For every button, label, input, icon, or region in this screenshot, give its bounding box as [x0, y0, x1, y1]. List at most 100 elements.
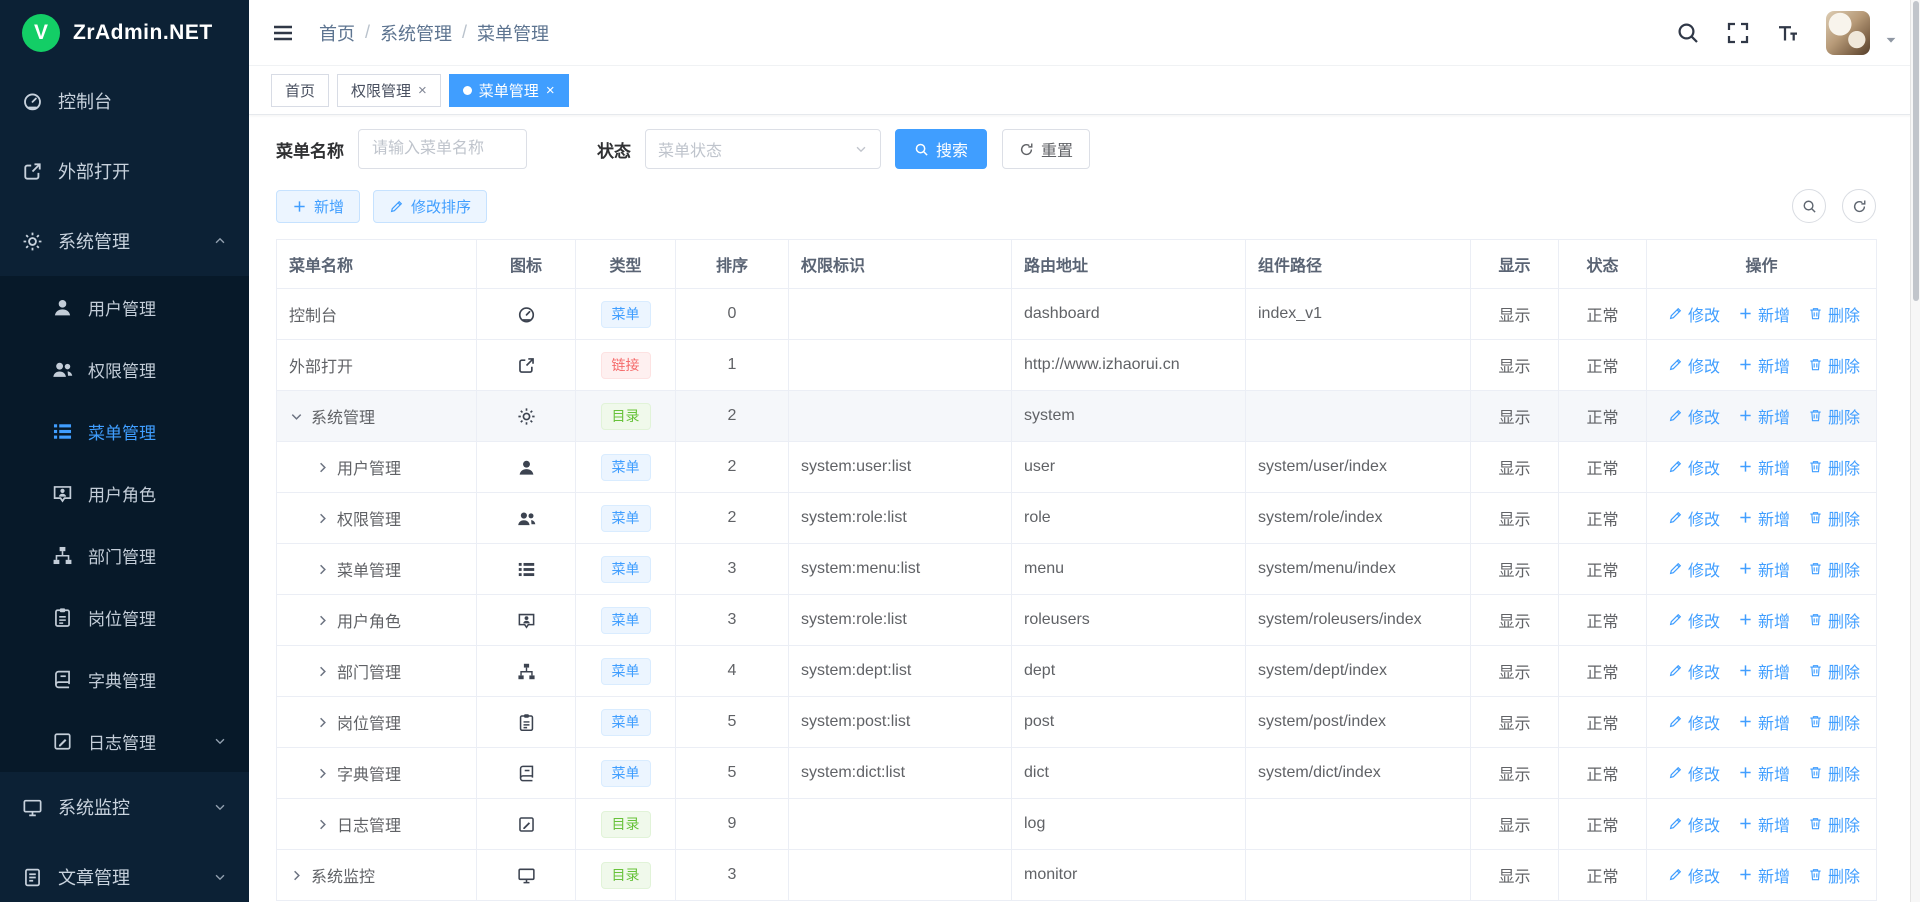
table-row[interactable]: 菜单管理菜单3system:menu:listmenusystem/menu/i…: [277, 544, 1877, 595]
row-add-button[interactable]: 新增: [1738, 761, 1790, 785]
visible-cell: 显示: [1471, 799, 1559, 850]
sidebar-item-user-management[interactable]: 用户管理: [0, 276, 249, 338]
hamburger-icon[interactable]: [271, 21, 295, 45]
sidebar-item-role-management[interactable]: 权限管理: [0, 338, 249, 400]
row-delete-button[interactable]: 删除: [1808, 506, 1860, 530]
row-delete-button[interactable]: 删除: [1808, 608, 1860, 632]
expand-row-icon[interactable]: [315, 766, 330, 781]
table-row[interactable]: 用户角色菜单3system:role:listroleuserssystem/r…: [277, 595, 1877, 646]
user-menu-caret-icon[interactable]: [1884, 33, 1898, 47]
row-delete-button[interactable]: 删除: [1808, 557, 1860, 581]
row-edit-button[interactable]: 修改: [1668, 353, 1720, 377]
row-delete-button[interactable]: 删除: [1808, 455, 1860, 479]
sidebar-item-system-management[interactable]: 系统管理: [0, 206, 249, 276]
table-row[interactable]: 系统管理目录2system显示正常修改新增删除: [277, 391, 1877, 442]
row-add-label: 新增: [1758, 659, 1790, 683]
sidebar-item-menu-management[interactable]: 菜单管理: [0, 400, 249, 462]
tab-close-icon[interactable]: ×: [418, 83, 427, 98]
menu-name: 系统管理: [311, 404, 375, 428]
row-delete-button[interactable]: 删除: [1808, 761, 1860, 785]
row-delete-button[interactable]: 删除: [1808, 302, 1860, 326]
table-row[interactable]: 日志管理目录9log显示正常修改新增删除: [277, 799, 1877, 850]
tab-home[interactable]: 首页: [271, 74, 329, 107]
row-edit-button[interactable]: 修改: [1668, 710, 1720, 734]
row-add-button[interactable]: 新增: [1738, 404, 1790, 428]
avatar[interactable]: [1826, 11, 1870, 55]
menu-type-cell: 目录: [576, 850, 676, 901]
row-add-button[interactable]: 新增: [1738, 455, 1790, 479]
table-row[interactable]: 外部打开链接1http://www.izhaorui.cn显示正常修改新增删除: [277, 340, 1877, 391]
fullscreen-icon[interactable]: [1726, 21, 1750, 45]
row-edit-button[interactable]: 修改: [1668, 455, 1720, 479]
row-delete-button[interactable]: 删除: [1808, 812, 1860, 836]
row-add-button[interactable]: 新增: [1738, 812, 1790, 836]
row-delete-button[interactable]: 删除: [1808, 404, 1860, 428]
row-edit-button[interactable]: 修改: [1668, 761, 1720, 785]
row-add-button[interactable]: 新增: [1738, 353, 1790, 377]
sidebar-item-user-role[interactable]: 用户角色: [0, 462, 249, 524]
sidebar-item-label: 文章管理: [58, 864, 130, 890]
sidebar-item-article-management[interactable]: 文章管理: [0, 842, 249, 902]
table-row[interactable]: 系统监控目录3monitor显示正常修改新增删除: [277, 850, 1877, 901]
row-edit-button[interactable]: 修改: [1668, 863, 1720, 887]
sidebar-item-system-monitor[interactable]: 系统监控: [0, 772, 249, 842]
row-edit-button[interactable]: 修改: [1668, 506, 1720, 530]
toggle-search-button[interactable]: [1792, 189, 1826, 223]
row-delete-button[interactable]: 删除: [1808, 863, 1860, 887]
edit-sort-button[interactable]: 修改排序: [373, 190, 487, 223]
table-row[interactable]: 部门管理菜单4system:dept:listdeptsystem/dept/i…: [277, 646, 1877, 697]
table-row[interactable]: 控制台菜单0dashboardindex_v1显示正常修改新增删除: [277, 289, 1877, 340]
row-edit-button[interactable]: 修改: [1668, 404, 1720, 428]
add-button[interactable]: 新增: [276, 190, 360, 223]
expand-row-icon[interactable]: [315, 562, 330, 577]
row-add-button[interactable]: 新增: [1738, 863, 1790, 887]
search-icon[interactable]: [1676, 21, 1700, 45]
row-delete-button[interactable]: 删除: [1808, 353, 1860, 377]
row-edit-button[interactable]: 修改: [1668, 608, 1720, 632]
row-add-button[interactable]: 新增: [1738, 710, 1790, 734]
tab-role[interactable]: 权限管理×: [337, 74, 441, 107]
expand-row-icon[interactable]: [315, 664, 330, 679]
expand-row-icon[interactable]: [315, 460, 330, 475]
row-add-button[interactable]: 新增: [1738, 608, 1790, 632]
font-size-icon[interactable]: [1776, 21, 1800, 45]
sidebar-item-dept-management[interactable]: 部门管理: [0, 524, 249, 586]
row-add-button[interactable]: 新增: [1738, 506, 1790, 530]
table-row[interactable]: 字典管理菜单5system:dict:listdictsystem/dict/i…: [277, 748, 1877, 799]
expand-row-icon[interactable]: [315, 613, 330, 628]
collapse-row-icon[interactable]: [289, 409, 304, 424]
breadcrumb-system[interactable]: 系统管理: [380, 20, 452, 46]
table-row[interactable]: 权限管理菜单2system:role:listrolesystem/role/i…: [277, 493, 1877, 544]
breadcrumb-home[interactable]: 首页: [319, 20, 355, 46]
row-edit-button[interactable]: 修改: [1668, 557, 1720, 581]
expand-row-icon[interactable]: [315, 817, 330, 832]
sidebar-item-post-management[interactable]: 岗位管理: [0, 586, 249, 648]
scrollbar-thumb[interactable]: [1913, 1, 1919, 301]
expand-row-icon[interactable]: [315, 715, 330, 730]
sidebar-item-external-open[interactable]: 外部打开: [0, 136, 249, 206]
row-delete-button[interactable]: 删除: [1808, 659, 1860, 683]
search-button[interactable]: 搜索: [895, 129, 987, 169]
row-edit-button[interactable]: 修改: [1668, 659, 1720, 683]
page-scrollbar[interactable]: [1910, 0, 1920, 902]
row-delete-button[interactable]: 删除: [1808, 710, 1860, 734]
refresh-button[interactable]: [1842, 189, 1876, 223]
row-add-button[interactable]: 新增: [1738, 557, 1790, 581]
sidebar-item-log-management[interactable]: 日志管理: [0, 710, 249, 772]
monitor-icon: [517, 866, 536, 885]
expand-row-icon[interactable]: [289, 868, 304, 883]
row-edit-button[interactable]: 修改: [1668, 812, 1720, 836]
table-row[interactable]: 岗位管理菜单5system:post:listpostsystem/post/i…: [277, 697, 1877, 748]
expand-row-icon[interactable]: [315, 511, 330, 526]
row-add-button[interactable]: 新增: [1738, 302, 1790, 326]
sidebar-item-dashboard[interactable]: 控制台: [0, 66, 249, 136]
tab-close-icon[interactable]: ×: [546, 83, 555, 98]
row-add-button[interactable]: 新增: [1738, 659, 1790, 683]
tab-menu[interactable]: 菜单管理×: [449, 74, 569, 107]
sidebar-item-dict-management[interactable]: 字典管理: [0, 648, 249, 710]
table-row[interactable]: 用户管理菜单2system:user:listusersystem/user/i…: [277, 442, 1877, 493]
menu-name-input[interactable]: [358, 129, 527, 169]
reset-button[interactable]: 重置: [1002, 129, 1090, 169]
status-select[interactable]: 菜单状态: [645, 129, 881, 169]
row-edit-button[interactable]: 修改: [1668, 302, 1720, 326]
